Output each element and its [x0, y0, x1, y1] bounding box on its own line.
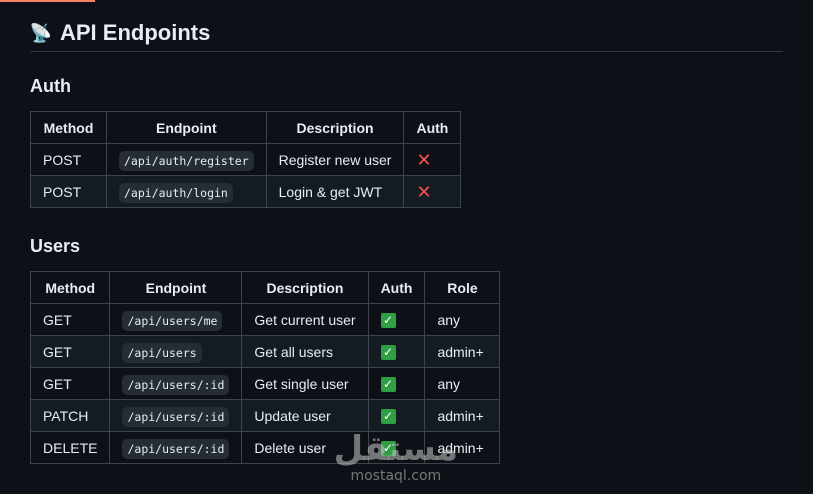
check-mark-icon: ✓: [380, 408, 396, 424]
table-row: GET /api/users/:id Get single user ✓ any: [29, 367, 501, 400]
method-cell: GET: [29, 335, 111, 368]
description-cell: Get all users: [241, 335, 369, 368]
table-row: POST /api/auth/login Login & get JWT ✕: [30, 175, 462, 208]
users-table: Method Endpoint Description Auth Role GE…: [29, 271, 501, 464]
method-cell: DELETE: [29, 431, 111, 464]
auth-table: Method Endpoint Description Auth POST /a…: [30, 111, 462, 208]
users-table-header-row: Method Endpoint Description Auth Role: [29, 271, 501, 304]
endpoint-code: /api/users/:id: [122, 374, 230, 395]
table-row: POST /api/auth/register Register new use…: [30, 143, 462, 176]
method-cell: PATCH: [29, 399, 111, 432]
description-cell: Register new user: [265, 143, 405, 176]
satellite-antenna-icon: 📡: [29, 22, 53, 43]
auth-cell: ✓: [367, 303, 426, 336]
description-cell: Get single user: [241, 367, 369, 400]
cross-mark-icon: ✕: [416, 149, 432, 170]
page-title: API Endpoints: [60, 19, 211, 45]
role-cell: admin+: [424, 431, 501, 464]
column-header-method: Method: [30, 111, 107, 144]
role-cell: admin+: [424, 335, 501, 368]
endpoint-cell: /api/users/:id: [109, 399, 243, 432]
method-cell: GET: [29, 367, 111, 400]
column-header-description: Description: [265, 111, 405, 144]
endpoint-code: /api/users/me: [122, 310, 223, 331]
description-cell: Get current user: [241, 303, 369, 336]
column-header-endpoint: Endpoint: [109, 271, 243, 304]
description-cell: Delete user: [241, 431, 369, 464]
auth-cell: ✓: [367, 431, 426, 464]
top-accent-bar: [0, 0, 95, 2]
endpoint-cell: /api/users/:id: [109, 431, 243, 464]
column-header-role: Role: [424, 271, 501, 304]
auth-cell: ✕: [403, 143, 462, 176]
role-cell: any: [424, 303, 501, 336]
role-cell: any: [424, 367, 501, 400]
description-cell: Login & get JWT: [265, 175, 405, 208]
auth-cell: ✓: [367, 399, 426, 432]
role-cell: admin+: [424, 399, 501, 432]
auth-cell: ✓: [367, 367, 426, 400]
column-header-method: Method: [29, 271, 111, 304]
table-row: GET /api/users/me Get current user ✓ any: [29, 303, 501, 336]
check-mark-icon: ✓: [380, 344, 396, 360]
column-header-endpoint: Endpoint: [106, 111, 267, 144]
auth-heading: Auth: [30, 76, 71, 96]
method-cell: POST: [30, 175, 107, 208]
endpoint-cell: /api/auth/register: [106, 143, 267, 176]
table-row: PATCH /api/users/:id Update user ✓ admin…: [29, 399, 501, 432]
column-header-auth: Auth: [403, 111, 462, 144]
method-cell: GET: [29, 303, 111, 336]
endpoint-code: /api/auth/register: [119, 150, 254, 171]
cross-mark-icon: ✕: [416, 181, 432, 202]
page: 📡 API Endpoints Auth Method Endpoint Des…: [0, 0, 813, 494]
watermark-latin-text: mostaql.com: [350, 468, 442, 484]
method-cell: POST: [30, 143, 107, 176]
check-mark-icon: ✓: [380, 440, 396, 456]
auth-table-header-row: Method Endpoint Description Auth: [30, 111, 462, 144]
endpoint-code: /api/auth/login: [119, 182, 233, 203]
endpoint-code: /api/users: [122, 342, 202, 363]
table-row: DELETE /api/users/:id Delete user ✓ admi…: [29, 431, 501, 464]
endpoint-cell: /api/users/:id: [109, 367, 243, 400]
auth-cell: ✓: [367, 335, 426, 368]
endpoint-cell: /api/users: [109, 335, 243, 368]
endpoint-code: /api/users/:id: [122, 438, 230, 459]
column-header-auth: Auth: [367, 271, 426, 304]
section-heading-api-endpoints: 📡 API Endpoints: [30, 18, 783, 52]
description-cell: Update user: [241, 399, 369, 432]
endpoint-cell: /api/auth/login: [106, 175, 267, 208]
endpoint-code: /api/users/:id: [122, 406, 230, 427]
check-mark-icon: ✓: [380, 312, 396, 328]
table-row: GET /api/users Get all users ✓ admin+: [29, 335, 501, 368]
auth-cell: ✕: [403, 175, 462, 208]
endpoint-cell: /api/users/me: [109, 303, 243, 336]
check-mark-icon: ✓: [380, 376, 396, 392]
users-heading: Users: [30, 236, 81, 256]
column-header-description: Description: [241, 271, 369, 304]
